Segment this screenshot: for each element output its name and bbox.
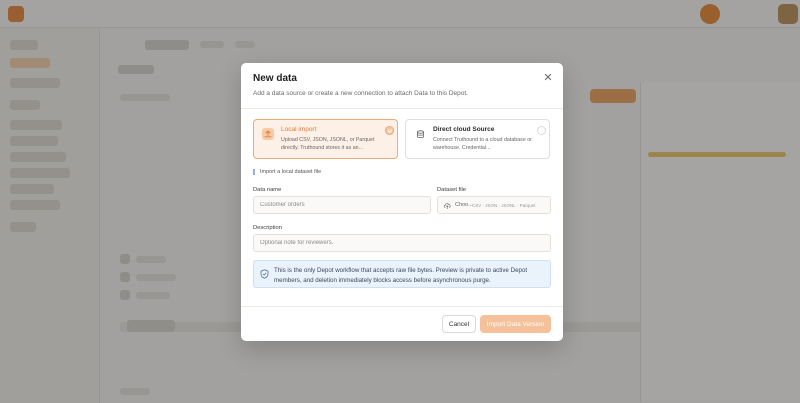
source-radio[interactable] [537,126,546,135]
file-choose-text: Choo... [455,202,473,208]
new-data-modal: New data ✕ Add a data source or create a… [241,63,563,341]
source-radio-selected[interactable] [385,126,394,135]
data-name-label: Data name [253,187,282,193]
database-icon [414,128,426,140]
cloud-upload-icon [443,203,451,209]
modal-subtitle: Add a data source or create a new connec… [253,90,468,97]
source-card-direct-cloud[interactable]: Direct cloud Source Connect Truthound to… [405,119,550,159]
info-text: This is the only Depot workflow that acc… [274,267,528,284]
shield-icon [260,269,269,279]
close-icon[interactable]: ✕ [542,72,554,84]
description-input[interactable] [253,234,551,252]
divider [241,108,563,109]
info-callout: This is the only Depot workflow that acc… [253,260,551,288]
dataset-file-label: Dataset file [437,187,466,193]
file-types-text: CSV · JSON · JSONL · Parquet [472,203,536,208]
source-card-title: Direct cloud Source [433,126,495,133]
data-name-input[interactable] [253,196,431,214]
dataset-file-picker[interactable]: Choo... CSV · JSON · JSONL · Parquet [437,196,551,214]
modal-title: New data [253,73,297,84]
description-label: Description [253,225,282,231]
section-label: Import a local dataset file [253,169,321,175]
source-card-description: Connect Truthound to a cloud database or… [433,137,532,151]
source-card-title: Local import [281,126,317,133]
cancel-button[interactable]: Cancel [442,315,476,333]
upload-icon [262,128,274,140]
source-card-local-import[interactable]: Local import Upload CSV, JSON, JSONL, or… [253,119,398,159]
source-card-description: Upload CSV, JSON, JSONL, or Parquet dire… [281,137,375,151]
footer-divider [241,306,563,307]
import-data-version-button[interactable]: Import Data Version [480,315,551,333]
